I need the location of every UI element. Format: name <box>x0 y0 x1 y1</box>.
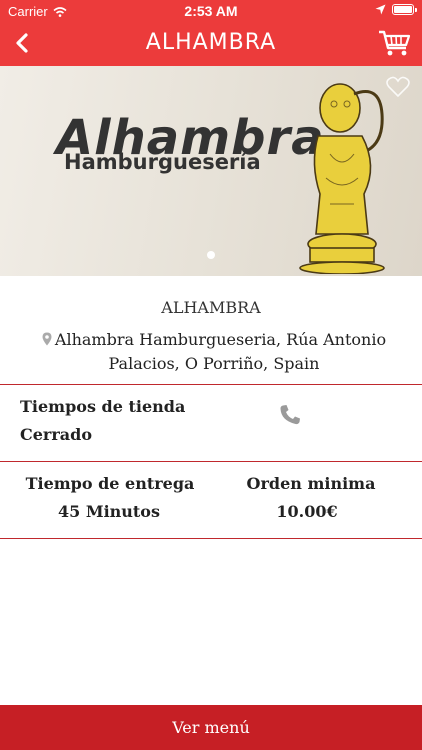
hero-image-carousel[interactable]: Alhambra Hamburguesería <box>0 66 422 276</box>
page-title: ALHAMBRA <box>145 30 277 55</box>
mascot-illustration <box>299 83 385 274</box>
store-info: ALHAMBRA Alhambra Hamburgueseria, Rúa An… <box>0 276 422 384</box>
app-header: Carrier 2:53 AM ALHAMBRA <box>0 0 422 66</box>
battery-icon <box>392 4 417 15</box>
min-order-label: Orden minima <box>246 474 376 493</box>
favorite-button[interactable] <box>386 76 410 98</box>
hero-subtitle-text: Hamburguesería <box>64 150 261 174</box>
location-pin-icon <box>42 332 52 346</box>
store-address-text: Alhambra Hamburgueseria, Rúa Antonio Pal… <box>54 330 387 373</box>
store-hours-label: Tiempos de tienda <box>20 397 186 416</box>
status-right <box>375 4 417 15</box>
call-button[interactable] <box>278 403 302 427</box>
view-menu-button[interactable]: Ver menú <box>0 705 422 750</box>
phone-icon <box>280 405 300 425</box>
section-divider <box>0 538 422 539</box>
store-status: Cerrado <box>20 425 92 444</box>
status-bar: Carrier 2:53 AM <box>0 0 422 22</box>
store-hours-section: Tiempos de tienda Cerrado <box>0 385 422 461</box>
delivery-time-value: 45 Minutos <box>58 502 160 521</box>
cart-icon <box>379 30 411 56</box>
heart-icon <box>386 76 410 98</box>
delivery-section: Tiempo de entrega 45 Minutos Orden minim… <box>0 462 422 538</box>
carousel-page-indicator[interactable] <box>207 251 215 259</box>
store-address: Alhambra Hamburgueseria, Rúa Antonio Pal… <box>14 328 414 376</box>
status-time: 2:53 AM <box>184 3 238 19</box>
store-name: ALHAMBRA <box>161 298 261 317</box>
min-order-value: 10.00€ <box>276 502 338 521</box>
delivery-time-label: Tiempo de entrega <box>25 474 195 493</box>
cart-button[interactable] <box>378 28 412 58</box>
location-arrow-icon <box>375 4 386 15</box>
